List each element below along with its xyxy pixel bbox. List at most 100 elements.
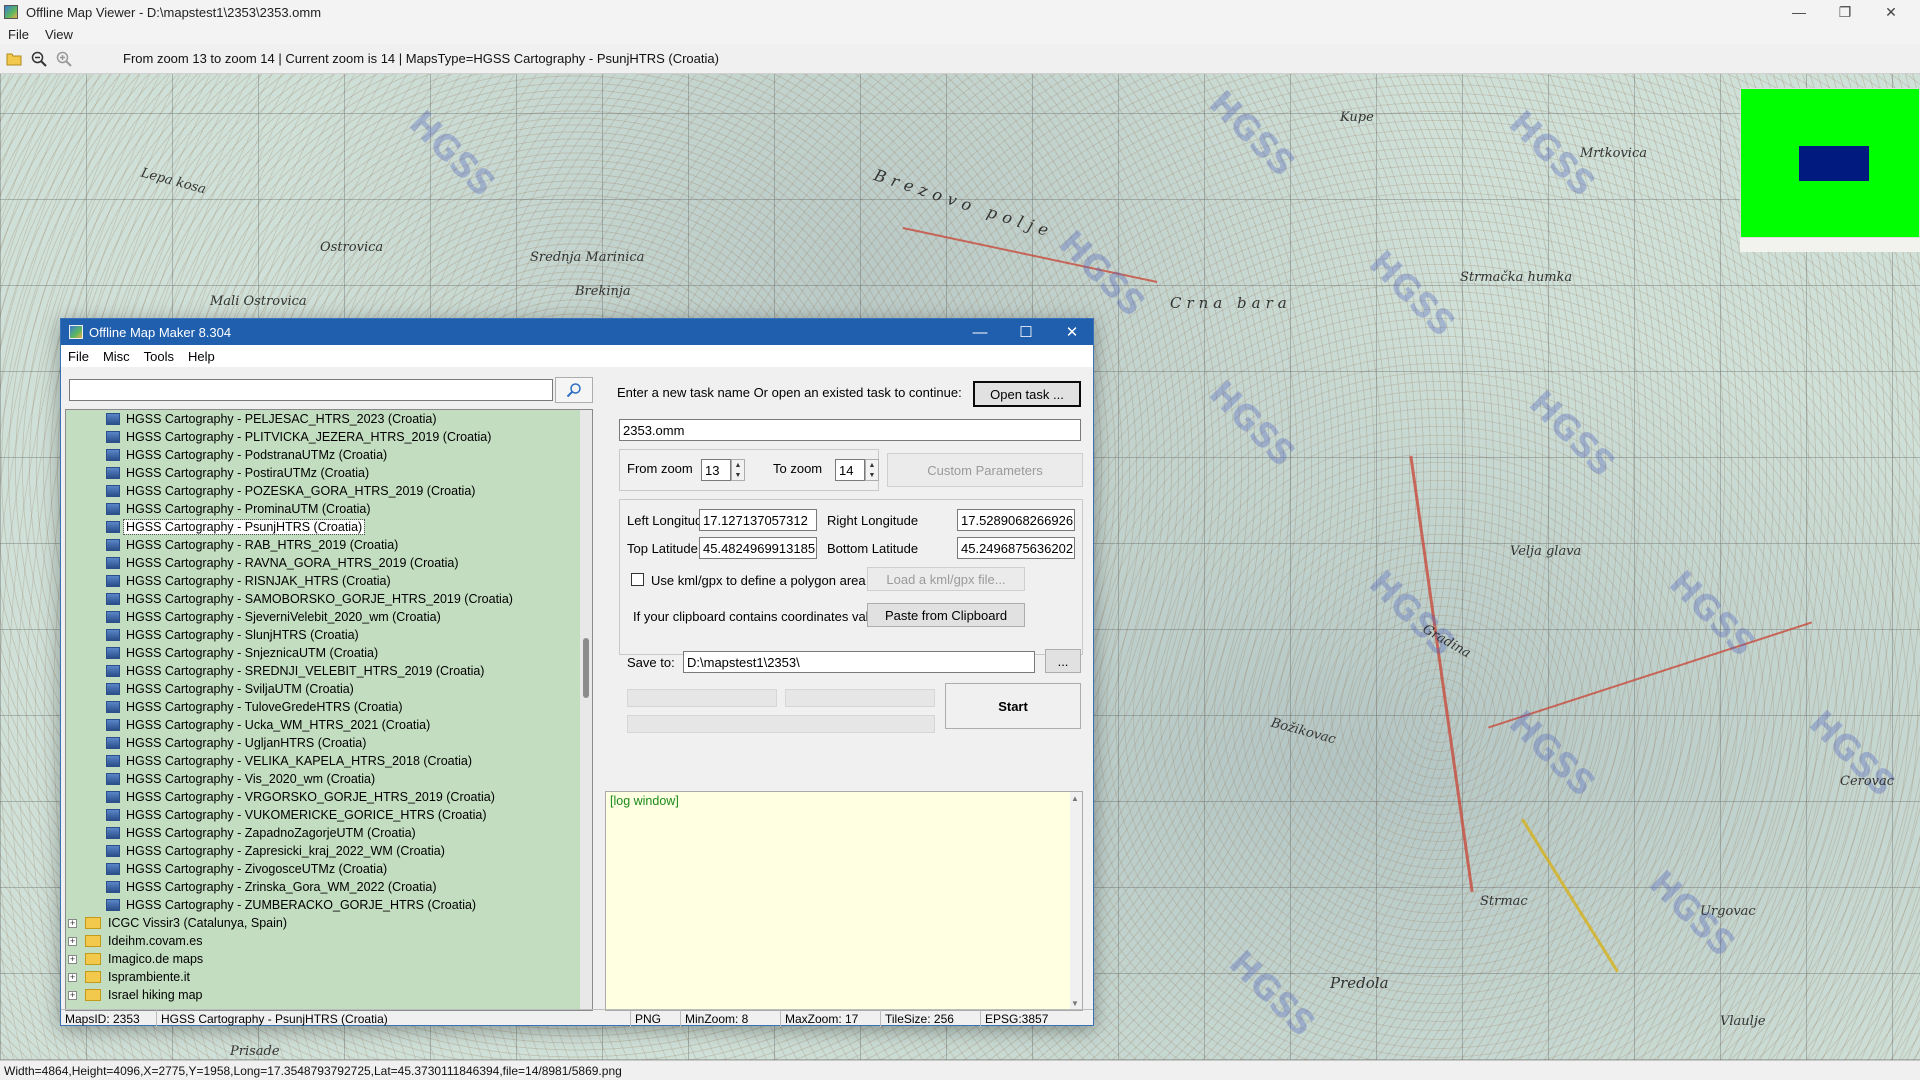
top-latitude-input[interactable]: 45.4824969913185 <box>699 537 817 559</box>
dialog-menu-help[interactable]: Help <box>181 349 222 364</box>
dialog-menu-tools[interactable]: Tools <box>137 349 181 364</box>
paste-clipboard-button[interactable]: Paste from Clipboard <box>867 603 1025 627</box>
expand-icon[interactable]: + <box>68 954 77 964</box>
tree-item-map[interactable]: HGSS Cartography - Zapresicki_kraj_2022_… <box>106 842 447 860</box>
tree-item-map[interactable]: HGSS Cartography - RISNJAK_HTRS (Croatia… <box>106 572 393 590</box>
dialog-maximize-button[interactable]: ☐ <box>1003 319 1049 345</box>
expand-icon[interactable]: + <box>68 936 77 946</box>
log-scrollbar[interactable]: ▲ ▼ <box>1070 792 1082 1010</box>
spin-up-icon[interactable]: ▲ <box>732 460 744 470</box>
panel-splitter[interactable] <box>595 375 599 1015</box>
spin-down-icon[interactable]: ▼ <box>732 470 744 480</box>
start-button[interactable]: Start <box>945 683 1081 729</box>
map-label: Cerovac <box>1840 774 1895 789</box>
tree-item-map[interactable]: HGSS Cartography - POZESKA_GORA_HTRS_201… <box>106 482 477 500</box>
tree-item-map[interactable]: HGSS Cartography - SAMOBORSKO_GORJE_HTRS… <box>106 590 515 608</box>
tree-item-map[interactable]: HGSS Cartography - PELJESAC_HTRS_2023 (C… <box>106 410 439 428</box>
search-icon <box>566 383 581 398</box>
tree-item-map[interactable]: HGSS Cartography - VUKOMERICKE_GORICE_HT… <box>106 806 489 824</box>
spin-down-icon[interactable]: ▼ <box>866 470 878 480</box>
bottom-latitude-input[interactable]: 45.2496875636202 <box>957 537 1075 559</box>
tree-item-label: HGSS Cartography - ZivogosceUTMz (Croati… <box>126 862 388 876</box>
right-longitude-input[interactable]: 17.5289068266926 <box>957 509 1075 531</box>
open-folder-button[interactable] <box>3 48 25 70</box>
tree-item-map[interactable]: HGSS Cartography - VRGORSKO_GORJE_HTRS_2… <box>106 788 497 806</box>
tree-item-map[interactable]: HGSS Cartography - ZapadnoZagorjeUTM (Cr… <box>106 824 418 842</box>
map-search-input[interactable] <box>69 379 553 401</box>
tree-folder[interactable]: + Ideihm.covam.es <box>68 932 204 950</box>
minimize-button[interactable]: — <box>1776 0 1822 24</box>
tree-item-map[interactable]: HGSS Cartography - SviljaUTM (Croatia) <box>106 680 356 698</box>
open-task-button[interactable]: Open task ... <box>973 381 1081 407</box>
folder-icon <box>85 953 101 965</box>
from-zoom-value[interactable]: 13 <box>701 459 731 481</box>
to-zoom-value[interactable]: 14 <box>835 459 865 481</box>
tree-item-map[interactable]: HGSS Cartography - Ucka_WM_HTRS_2021 (Cr… <box>106 716 432 734</box>
dialog-menu-file[interactable]: File <box>61 349 96 364</box>
map-icon <box>106 863 120 875</box>
tree-scrollbar[interactable] <box>580 410 592 1010</box>
tree-folder[interactable]: + Isprambiente.it <box>68 968 192 986</box>
dialog-menu-misc[interactable]: Misc <box>96 349 137 364</box>
close-button[interactable]: ✕ <box>1868 0 1914 24</box>
zoom-out-button[interactable] <box>28 48 50 70</box>
expand-icon[interactable]: + <box>68 918 77 928</box>
expand-icon[interactable]: + <box>68 990 77 1000</box>
tree-item-map[interactable]: HGSS Cartography - RAVNA_GORA_HTRS_2019 … <box>106 554 461 572</box>
to-zoom-spinner[interactable]: 14 ▲ ▼ <box>835 459 879 481</box>
minimap[interactable] <box>1740 88 1920 238</box>
dialog-minimize-button[interactable]: — <box>957 319 1003 345</box>
tree-item-map[interactable]: HGSS Cartography - PLITVICKA_JEZERA_HTRS… <box>106 428 493 446</box>
maps-tree[interactable]: HGSS Cartography - PELJESAC_HTRS_2023 (C… <box>65 409 593 1011</box>
tree-folder[interactable]: + Imagico.de maps <box>68 950 205 968</box>
tree-item-map[interactable]: HGSS Cartography - VELIKA_KAPELA_HTRS_20… <box>106 752 474 770</box>
left-longitude-input[interactable]: 17.127137057312 <box>699 509 817 531</box>
tree-item-map[interactable]: HGSS Cartography - Vis_2020_wm (Croatia) <box>106 770 377 788</box>
status-format: PNG <box>631 1010 681 1027</box>
custom-parameters-button[interactable]: Custom Parameters <box>887 453 1083 487</box>
from-zoom-spinner[interactable]: 13 ▲ ▼ <box>701 459 745 481</box>
log-window[interactable]: [log window] ▲ ▼ <box>605 791 1083 1011</box>
browse-button[interactable]: ... <box>1045 649 1081 673</box>
tree-item-map[interactable]: HGSS Cartography - SjeverniVelebit_2020_… <box>106 608 443 626</box>
use-kml-checkbox[interactable] <box>631 573 644 586</box>
scroll-up-icon[interactable]: ▲ <box>1071 794 1079 803</box>
tree-item-map[interactable]: HGSS Cartography - UgljanHTRS (Croatia) <box>106 734 368 752</box>
status-map-name: HGSS Cartography - PsunjHTRS (Croatia) <box>157 1010 631 1027</box>
tree-scrollbar-thumb[interactable] <box>583 638 589 698</box>
map-icon <box>106 755 120 767</box>
dialog-close-button[interactable]: ✕ <box>1049 319 1095 345</box>
tree-item-label: HGSS Cartography - SviljaUTM (Croatia) <box>126 682 354 696</box>
tree-folder[interactable]: + ICGC Vissir3 (Catalunya, Spain) <box>68 914 289 932</box>
tree-item-map[interactable]: HGSS Cartography - ProminaUTM (Croatia) <box>106 500 373 518</box>
menu-view[interactable]: View <box>37 27 81 42</box>
tree-item-map[interactable]: HGSS Cartography - SlunjHTRS (Croatia) <box>106 626 361 644</box>
tree-folder[interactable]: + Israel hiking map <box>68 986 205 1004</box>
scroll-down-icon[interactable]: ▼ <box>1071 999 1079 1008</box>
load-kml-button[interactable]: Load a kml/gpx file... <box>867 567 1025 591</box>
tree-item-map[interactable]: HGSS Cartography - PostiraUTMz (Croatia) <box>106 464 371 482</box>
status-min-zoom: MinZoom: 8 <box>681 1010 781 1027</box>
tree-item-map[interactable]: HGSS Cartography - PsunjHTRS (Croatia) <box>106 518 366 536</box>
expand-icon[interactable]: + <box>68 972 77 982</box>
menu-file[interactable]: File <box>0 27 37 42</box>
search-button[interactable] <box>555 377 593 403</box>
minimap-viewport[interactable] <box>1799 146 1869 181</box>
tree-item-map[interactable]: HGSS Cartography - RAB_HTRS_2019 (Croati… <box>106 536 400 554</box>
tree-item-label: HGSS Cartography - PostiraUTMz (Croatia) <box>126 466 370 480</box>
tree-item-map[interactable]: HGSS Cartography - ZivogosceUTMz (Croati… <box>106 860 389 878</box>
tree-item-map[interactable]: HGSS Cartography - TuloveGredeHTRS (Croa… <box>106 698 404 716</box>
status-tile-size: TileSize: 256 <box>881 1010 981 1027</box>
tree-item-map[interactable]: HGSS Cartography - SnjeznicaUTM (Croatia… <box>106 644 380 662</box>
tree-item-map[interactable]: HGSS Cartography - ZUMBERACKO_GORJE_HTRS… <box>106 896 478 914</box>
spin-up-icon[interactable]: ▲ <box>866 460 878 470</box>
save-to-input[interactable]: D:\mapstest1\2353\ <box>683 651 1035 673</box>
tree-item-map[interactable]: HGSS Cartography - SREDNJI_VELEBIT_HTRS_… <box>106 662 486 680</box>
maximize-button[interactable]: ❐ <box>1822 0 1868 24</box>
map-icon <box>106 593 120 605</box>
map-label: Predola <box>1330 974 1389 992</box>
task-name-input[interactable]: 2353.omm <box>619 419 1081 441</box>
tree-item-map[interactable]: HGSS Cartography - Zrinska_Gora_WM_2022 … <box>106 878 439 896</box>
zoom-in-button[interactable] <box>53 48 75 70</box>
tree-item-map[interactable]: HGSS Cartography - PodstranaUTMz (Croati… <box>106 446 389 464</box>
